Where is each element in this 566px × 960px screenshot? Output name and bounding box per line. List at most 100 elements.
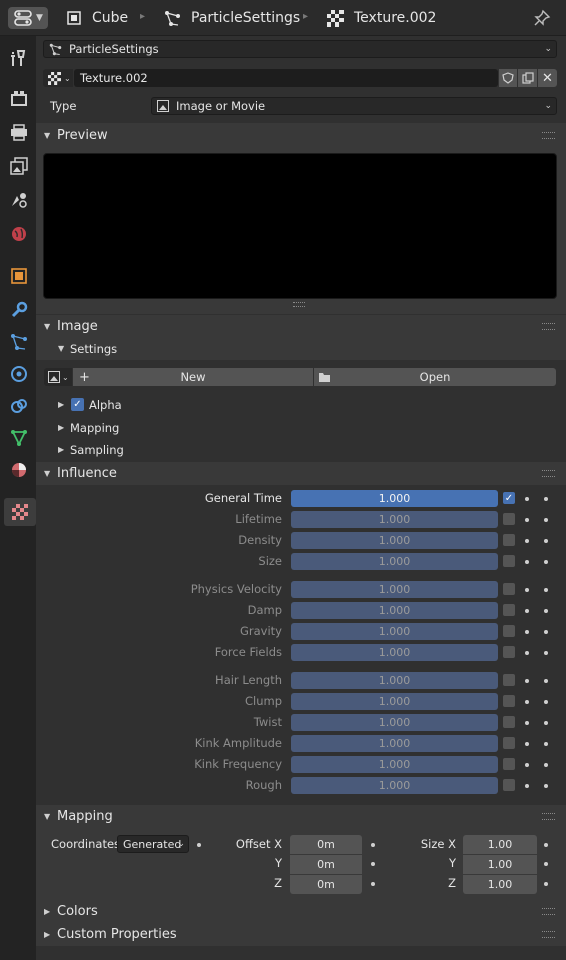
- tab-physics[interactable]: [4, 360, 34, 388]
- tab-output[interactable]: [4, 118, 34, 146]
- influence-checkbox[interactable]: [503, 583, 515, 595]
- influence-checkbox[interactable]: [503, 716, 515, 728]
- keyframe-dot-icon[interactable]: [544, 630, 548, 634]
- influence-checkbox[interactable]: [503, 674, 515, 686]
- influence-slider[interactable]: 1.000: [291, 623, 498, 640]
- subpanel-mapping-header[interactable]: ▶ Mapping: [36, 417, 566, 439]
- keyframe-dot-icon[interactable]: [544, 560, 548, 564]
- offset-y-field[interactable]: 0m: [290, 855, 362, 874]
- size-z-field[interactable]: 1.00: [463, 875, 537, 894]
- tab-object-data[interactable]: [4, 424, 34, 452]
- influence-checkbox[interactable]: [503, 646, 515, 658]
- drag-handle-icon[interactable]: [542, 931, 555, 938]
- tab-material[interactable]: [4, 456, 34, 484]
- fake-user-button[interactable]: [499, 69, 517, 87]
- keyframe-dot-icon[interactable]: [544, 784, 548, 788]
- keyframe-dot-icon[interactable]: [544, 742, 548, 746]
- new-image-button[interactable]: + New: [73, 368, 313, 386]
- coordinates-dropdown[interactable]: Generated ⌄: [117, 835, 189, 853]
- drag-handle-icon[interactable]: [542, 908, 555, 915]
- tab-object[interactable]: [4, 262, 34, 290]
- texture-type-dropdown[interactable]: Image or Movie ⌄: [151, 97, 557, 115]
- texture-browse-button[interactable]: ⌄: [43, 69, 73, 87]
- influence-checkbox[interactable]: [503, 534, 515, 546]
- tab-world[interactable]: [4, 220, 34, 248]
- drag-handle-icon[interactable]: [542, 323, 555, 330]
- keyframe-dot-icon[interactable]: [525, 721, 529, 725]
- keyframe-dot-icon[interactable]: [544, 651, 548, 655]
- influence-slider[interactable]: 1.000: [291, 777, 498, 794]
- influence-checkbox[interactable]: [503, 625, 515, 637]
- panel-colors-header[interactable]: ▶ Colors: [36, 900, 566, 923]
- keyframe-dot-icon[interactable]: [544, 539, 548, 543]
- keyframe-dot-icon[interactable]: [544, 497, 548, 501]
- influence-checkbox[interactable]: [503, 555, 515, 567]
- unlink-button[interactable]: ✕: [538, 69, 557, 87]
- subpanel-alpha-header[interactable]: ▶ ✓ Alpha: [36, 394, 566, 416]
- tab-constraints[interactable]: [4, 392, 34, 420]
- influence-slider[interactable]: 1.000: [291, 644, 498, 661]
- tab-particles[interactable]: [4, 328, 34, 356]
- keyframe-dot-icon[interactable]: [197, 843, 201, 847]
- image-browse-button[interactable]: ⌄: [44, 368, 72, 386]
- influence-checkbox[interactable]: [503, 604, 515, 616]
- tab-view-layer[interactable]: [4, 152, 34, 180]
- size-x-field[interactable]: 1.00: [463, 835, 537, 854]
- keyframe-dot-icon[interactable]: [525, 679, 529, 683]
- keyframe-dot-icon[interactable]: [544, 679, 548, 683]
- duplicate-button[interactable]: [518, 69, 537, 87]
- keyframe-dot-icon[interactable]: [525, 651, 529, 655]
- resize-handle-icon[interactable]: [293, 302, 305, 307]
- panel-influence-header[interactable]: ▼ Influence: [36, 462, 566, 485]
- size-y-field[interactable]: 1.00: [463, 855, 537, 874]
- tab-modifier[interactable]: [4, 296, 34, 324]
- keyframe-dot-icon[interactable]: [544, 862, 548, 866]
- editor-type-button[interactable]: ▼: [8, 0, 48, 36]
- pin-button[interactable]: [533, 0, 551, 36]
- influence-checkbox[interactable]: [503, 513, 515, 525]
- keyframe-dot-icon[interactable]: [371, 882, 375, 886]
- influence-slider[interactable]: 1.000: [291, 735, 498, 752]
- alpha-checkbox[interactable]: ✓: [71, 398, 84, 411]
- drag-handle-icon[interactable]: [542, 813, 555, 820]
- panel-preview-header[interactable]: ▼ Preview: [36, 123, 566, 147]
- keyframe-dot-icon[interactable]: [544, 518, 548, 522]
- keyframe-dot-icon[interactable]: [525, 784, 529, 788]
- drag-handle-icon[interactable]: [542, 470, 555, 477]
- influence-slider[interactable]: 1.000: [291, 756, 498, 773]
- influence-slider[interactable]: 1.000: [291, 581, 498, 598]
- influence-slider[interactable]: 1.000: [291, 511, 498, 528]
- tab-scene[interactable]: [4, 186, 34, 214]
- influence-checkbox[interactable]: [503, 758, 515, 770]
- subpanel-settings-header[interactable]: ▼ Settings: [36, 338, 566, 360]
- offset-x-field[interactable]: 0m: [290, 835, 362, 854]
- open-image-button[interactable]: Open: [314, 368, 556, 386]
- keyframe-dot-icon[interactable]: [525, 588, 529, 592]
- keyframe-dot-icon[interactable]: [525, 630, 529, 634]
- tab-texture[interactable]: [4, 498, 36, 526]
- influence-checkbox[interactable]: [503, 737, 515, 749]
- panel-custom-properties-header[interactable]: ▶ Custom Properties: [36, 923, 566, 946]
- keyframe-dot-icon[interactable]: [525, 763, 529, 767]
- influence-slider[interactable]: 1.000: [291, 490, 498, 507]
- tab-render[interactable]: [4, 84, 34, 112]
- keyframe-dot-icon[interactable]: [525, 539, 529, 543]
- keyframe-dot-icon[interactable]: [371, 843, 375, 847]
- keyframe-dot-icon[interactable]: [544, 700, 548, 704]
- influence-checkbox[interactable]: ✓: [503, 492, 515, 504]
- keyframe-dot-icon[interactable]: [525, 560, 529, 564]
- keyframe-dot-icon[interactable]: [525, 609, 529, 613]
- subpanel-sampling-header[interactable]: ▶ Sampling: [36, 439, 566, 461]
- influence-slider[interactable]: 1.000: [291, 714, 498, 731]
- keyframe-dot-icon[interactable]: [525, 518, 529, 522]
- panel-mapping-header[interactable]: ▼ Mapping: [36, 805, 566, 828]
- keyframe-dot-icon[interactable]: [525, 700, 529, 704]
- keyframe-dot-icon[interactable]: [544, 588, 548, 592]
- keyframe-dot-icon[interactable]: [544, 609, 548, 613]
- influence-slider[interactable]: 1.000: [291, 693, 498, 710]
- particle-settings-selector[interactable]: ParticleSettings ⌄: [43, 40, 557, 58]
- panel-image-header[interactable]: ▼ Image: [36, 315, 566, 338]
- keyframe-dot-icon[interactable]: [544, 763, 548, 767]
- influence-slider[interactable]: 1.000: [291, 672, 498, 689]
- influence-checkbox[interactable]: [503, 779, 515, 791]
